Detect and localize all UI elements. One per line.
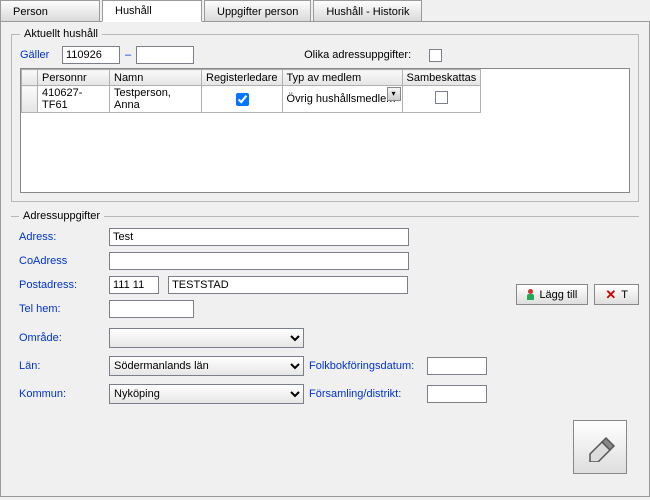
person-add-icon: [527, 289, 534, 300]
cell-sambeskattas[interactable]: [402, 86, 481, 113]
coadress-input[interactable]: [109, 252, 409, 270]
postnr-input[interactable]: [109, 276, 159, 294]
adress-input[interactable]: [109, 228, 409, 246]
col-sambeskattas[interactable]: Sambeskattas: [402, 70, 481, 86]
registerledare-checkbox[interactable]: [236, 93, 249, 106]
olika-adressuppgifter-label: Olika adressuppgifter:: [304, 49, 411, 61]
tab-uppgifter-person[interactable]: Uppgifter person: [204, 0, 311, 22]
lagg-till-button[interactable]: Lägg till: [516, 284, 588, 305]
cell-typ-av-medlem[interactable]: Övrig hushållsmedlem ▾: [282, 86, 402, 113]
clear-button[interactable]: [573, 420, 627, 474]
galler-label: Gäller: [20, 49, 62, 61]
telhem-input[interactable]: [109, 300, 194, 318]
tab-bar: Person Hushåll Uppgifter person Hushåll …: [0, 0, 650, 22]
aktuellt-hushall-group: Aktuellt hushåll Gäller – Olika adressup…: [11, 28, 639, 202]
tab-label: Hushåll: [115, 5, 152, 17]
omrade-label: Område:: [19, 332, 109, 344]
adressuppgifter-legend: Adressuppgifter: [19, 210, 104, 222]
tab-label: Uppgifter person: [217, 6, 298, 18]
coadress-label: CoAdress: [19, 255, 109, 267]
tab-label: Person: [13, 6, 48, 18]
adress-label: Adress:: [19, 231, 109, 243]
tab-person[interactable]: Person: [0, 0, 100, 22]
col-registerledare[interactable]: Registerledare: [202, 70, 283, 86]
tab-hushall[interactable]: Hushåll: [102, 0, 202, 22]
sambeskattas-checkbox[interactable]: [435, 91, 448, 104]
kommun-select[interactable]: Nyköping: [109, 384, 304, 404]
typ-value: Övrig hushållsmedlem: [287, 93, 396, 105]
col-personnr[interactable]: Personnr: [38, 70, 110, 86]
tab-label: Hushåll - Historik: [326, 6, 409, 18]
date-range-dash: –: [120, 49, 136, 61]
galler-from-input[interactable]: [62, 46, 120, 64]
cell-personnr[interactable]: 410627-TF61: [38, 86, 110, 113]
household-members-grid[interactable]: Personnr Namn Registerledare Typ av medl…: [20, 68, 630, 193]
forsamling-label: Församling/distrikt:: [309, 388, 427, 400]
chevron-down-icon[interactable]: ▾: [387, 87, 401, 101]
col-typ-av-medlem[interactable]: Typ av medlem: [282, 70, 402, 86]
cell-registerledare[interactable]: [202, 86, 283, 113]
galler-to-input[interactable]: [136, 46, 194, 64]
omrade-select[interactable]: [109, 328, 304, 348]
row-header[interactable]: [22, 86, 38, 113]
forsamling-input[interactable]: [427, 385, 487, 403]
kommun-label: Kommun:: [19, 388, 109, 400]
folkbokforingsdatum-label: Folkbokföringsdatum:: [309, 360, 427, 372]
postadress-label: Postadress:: [19, 279, 109, 291]
grid-corner: [22, 70, 38, 86]
delete-icon: ✕: [605, 288, 616, 301]
ta-bort-button[interactable]: ✕ T: [594, 284, 639, 305]
table-row[interactable]: 410627-TF61 Testperson, Anna Övrig hushå…: [22, 86, 481, 113]
eraser-icon: [584, 430, 616, 465]
tab-hushall-historik[interactable]: Hushåll - Historik: [313, 0, 422, 22]
cell-namn[interactable]: Testperson, Anna: [110, 86, 202, 113]
folkbokforingsdatum-input[interactable]: [427, 357, 487, 375]
button-label: Lägg till: [539, 289, 577, 301]
aktuellt-hushall-legend: Aktuellt hushåll: [20, 28, 102, 40]
col-namn[interactable]: Namn: [110, 70, 202, 86]
lan-select[interactable]: Södermanlands län: [109, 356, 304, 376]
postort-input[interactable]: [168, 276, 408, 294]
lan-label: Län:: [19, 360, 109, 372]
olika-adressuppgifter-checkbox[interactable]: [429, 49, 442, 62]
tab-content: Aktuellt hushåll Gäller – Olika adressup…: [0, 21, 650, 497]
adressuppgifter-group: Adressuppgifter Adress: CoAdress Postadr…: [11, 210, 639, 444]
telhem-label: Tel hem:: [19, 303, 109, 315]
button-label: T: [621, 289, 628, 301]
